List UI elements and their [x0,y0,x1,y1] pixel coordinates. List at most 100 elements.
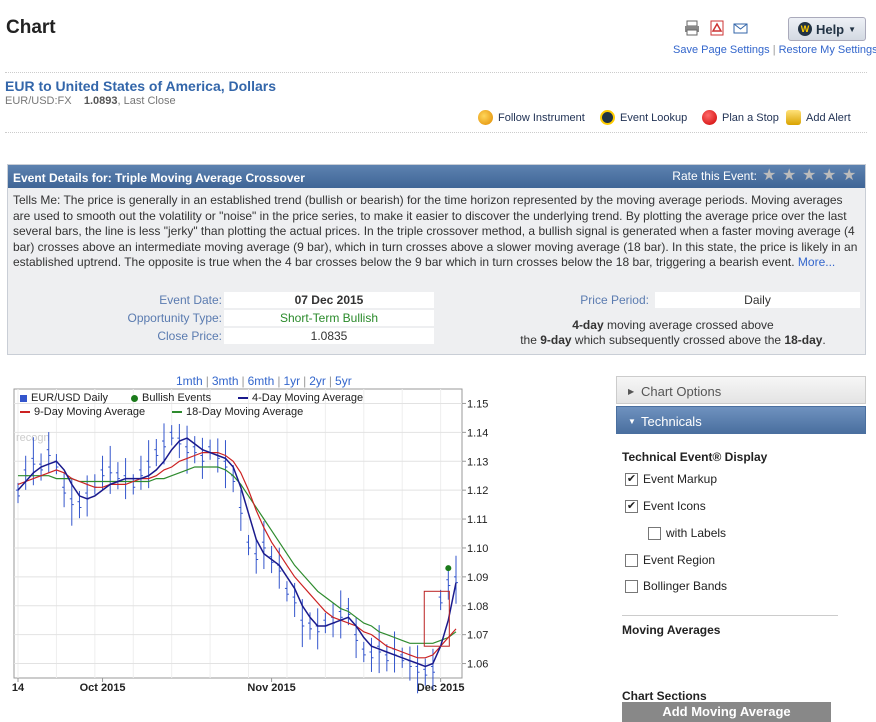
bullish-event-dot [445,565,452,572]
event-region-checkbox[interactable]: Event Region [625,553,715,567]
pdf-icon[interactable] [709,20,725,36]
checkbox-label: Event Region [643,553,716,567]
technicals-label: Technicals [641,414,702,429]
event-lookup-icon [600,110,615,125]
follow-instrument-action[interactable]: Follow Instrument [478,110,585,125]
page-title: Chart [6,17,56,38]
star-icon[interactable]: ★ [822,168,837,184]
legend-label: Bullish Events [142,392,212,404]
add-moving-average-button[interactable]: Add Moving Average [622,702,831,722]
y-tick-label: 1.09 [467,572,488,584]
summary-ma-mid: 9-day [540,333,572,347]
checkbox-box[interactable]: ✔ [625,472,638,486]
legend-label: 4-Day Moving Average [252,392,364,404]
print-icon[interactable] [684,20,700,36]
restore-settings-link[interactable]: Restore My Settings [779,44,876,56]
event-date-value: 07 Dec 2015 [224,292,434,308]
x-tick-label: Oct 2015 [80,682,126,694]
summary-text: the [520,333,541,347]
y-tick-label: 1.10 [467,543,488,555]
price-chart[interactable]: 1.15 1.14 1.13 1.12 1.11 1.10 1.09 1.08 1.07 1.06… [0,380,600,702]
star-icon[interactable]: ★ [762,168,777,184]
event-details-title: Event Details for: Triple Moving Average… [13,171,305,185]
divider [5,72,867,73]
chart-sections-heading: Chart Sections [622,689,707,703]
checkbox-label: Event Markup [643,472,718,486]
summary-text: . [822,333,826,347]
alert-bell-icon [786,110,801,125]
event-icons-checkbox[interactable]: ✔ Event Icons [625,499,706,513]
chart-settings-panel: ▶ Chart Options ▼ Technicals Technical Eve… [616,376,866,722]
with-labels-checkbox[interactable]: with Labels [648,526,726,540]
opportunity-type-label: Opportunity Type: [127,311,223,325]
help-logo-icon: W [797,22,812,36]
x-tick-label: 14 [12,682,25,694]
email-icon[interactable] [733,20,749,36]
link-separator: | [772,44,776,56]
bullish-dot-icon [131,394,138,402]
rate-label: Rate this Event: [672,168,757,183]
event-details-panel: Event Details for: Triple Moving Average… [7,164,866,355]
settings-links: Save Page Settings | Restore My Settings [673,44,876,56]
chart-options-label: Chart Options [641,384,722,399]
y-tick-label: 1.07 [467,630,488,642]
event-lookup-action[interactable]: Event Lookup [600,110,687,125]
divider [5,132,867,133]
chevron-down-icon: ▼ [848,24,857,34]
event-details-header: Event Details for: Triple Moving Average… [8,165,865,188]
star-icon[interactable]: ★ [802,168,817,184]
event-date-label: Event Date: [159,293,222,307]
y-tick-label: 1.14 [467,427,488,439]
y-tick-label: 1.08 [467,601,488,613]
ma4-swatch-icon [238,397,248,399]
summary-ma-slow: 18-day [784,333,823,347]
opportunity-type-value: Short-Term Bullish [224,310,434,326]
price-period-label: Price Period: [580,293,649,307]
y-tick-label: 1.12 [467,485,488,497]
help-button[interactable]: W Help ▼ [788,17,866,41]
instrument-quote: EUR/USD:FX 1.0893, Last Close [5,95,176,107]
chart-options-header[interactable]: ▶ Chart Options [616,376,866,404]
close-price-label: Close Price: [157,329,222,343]
close-price-value: 1.0835 [224,328,434,344]
star-icon[interactable]: ★ [782,168,797,184]
divider [622,615,838,616]
technical-event-display-heading: Technical Event® Display [622,450,768,464]
summary-text: which subsequently crossed above the [571,333,785,347]
checkbox-box[interactable]: ✔ [625,499,638,513]
instrument-symbol: EUR/USD:FX [5,95,72,107]
ma9-swatch-icon [20,411,30,413]
rate-event: Rate this Event: ★ ★ ★ ★ ★ [672,168,857,184]
y-tick-label: 1.15 [467,398,488,410]
event-description-text: Tells Me: The price is generally in an e… [13,193,858,269]
more-link[interactable]: More... [798,255,835,269]
watermark: recogn [16,432,50,444]
last-close-price: 1.0893 [83,95,118,107]
legend-label: 18-Day Moving Average [186,406,304,418]
save-page-settings-link[interactable]: Save Page Settings [673,44,770,56]
checkbox-label: with Labels [666,526,727,540]
legend-bullish: Bullish Events [131,392,211,404]
legend-ma4: 4-Day Moving Average [238,392,363,404]
ma18-swatch-icon [172,411,182,413]
technicals-header[interactable]: ▼ Technicals [616,406,866,434]
event-markup-checkbox[interactable]: ✔ Event Markup [625,472,717,486]
legend-ma18: 18-Day Moving Average [172,406,303,418]
star-icon[interactable]: ★ [842,168,857,184]
bollinger-bands-checkbox[interactable]: Bollinger Bands [625,579,727,593]
follow-icon [478,110,493,125]
plan-a-stop-action[interactable]: Plan a Stop [702,110,779,125]
checkbox-box[interactable] [625,579,638,593]
add-alert-action[interactable]: Add Alert [786,110,851,125]
checkbox-box[interactable] [625,553,638,567]
help-label: Help [815,21,845,37]
checkbox-box[interactable] [648,526,661,540]
summary-text: moving average crossed above [603,318,774,332]
legend-ma9: 9-Day Moving Average [20,406,145,418]
action-label: Event Lookup [620,111,688,124]
chevron-right-icon: ▶ [628,387,635,396]
event-summary: 4-day moving average crossed above the 9… [478,318,868,348]
legend-label: 9-Day Moving Average [34,406,146,418]
last-close-note: , Last Close [117,95,176,107]
y-tick-label: 1.11 [467,514,488,526]
